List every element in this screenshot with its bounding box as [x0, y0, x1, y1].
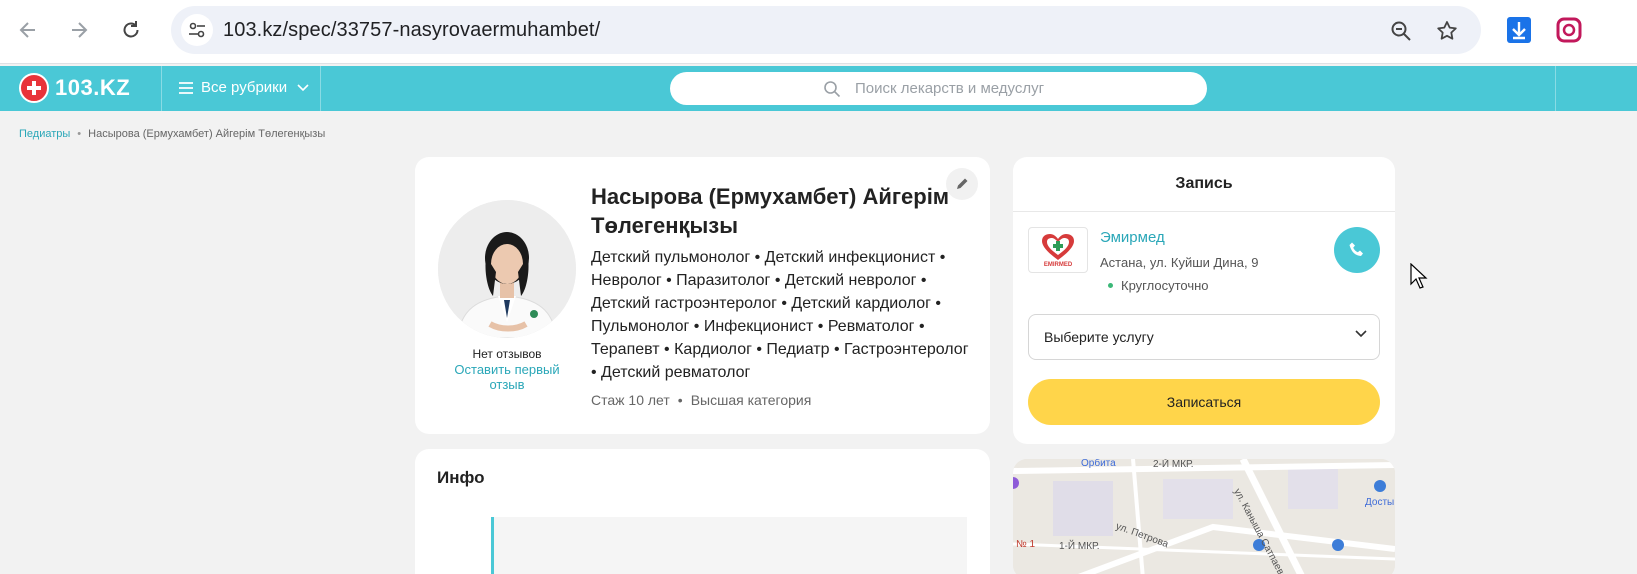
no-reviews-text: Нет отзывов	[472, 347, 542, 361]
divider	[1013, 211, 1395, 212]
header-divider	[1555, 66, 1556, 111]
doctor-card: Нет отзывов Оставить первый отзыв Насыро…	[415, 157, 990, 434]
map-label: Досты	[1365, 497, 1395, 508]
chevron-down-icon	[297, 83, 309, 91]
leave-first-review-link[interactable]: Оставить первый отзыв	[448, 362, 566, 392]
header-divider	[161, 66, 162, 111]
breadcrumb-separator: •	[77, 128, 82, 140]
edit-button[interactable]	[946, 168, 978, 200]
download-button[interactable]	[1506, 16, 1532, 44]
category-text: Высшая категория	[690, 392, 812, 408]
map-roads	[1013, 459, 1395, 574]
header-divider	[320, 66, 321, 111]
extension-button[interactable]	[1556, 16, 1582, 44]
extension-icon	[1556, 17, 1582, 43]
clinic-address: Астана, ул. Куйши Дина, 9	[1100, 255, 1259, 270]
booking-card: Запись EMIRMED Эмирмед Астана, ул. Куйши…	[1013, 157, 1395, 444]
search-placeholder: Поиск лекарств и медуслуг	[855, 80, 1045, 97]
bookmark-star-icon	[1437, 21, 1457, 40]
status-dot-icon	[1108, 283, 1113, 288]
info-content-box	[491, 517, 967, 574]
address-bar[interactable]: 103.kz/spec/33757-nasyrovaermuhambet/	[171, 6, 1481, 54]
bookmark-button[interactable]	[1434, 18, 1460, 44]
download-icon	[1507, 17, 1531, 43]
service-select[interactable]: Выберите услугу	[1028, 314, 1380, 360]
back-button[interactable]	[12, 14, 44, 46]
breadcrumb-link-pediatricians[interactable]: Педиатры	[19, 128, 70, 140]
booking-title: Запись	[1175, 175, 1233, 192]
info-card: Инфо	[415, 449, 990, 574]
search-input[interactable]: Поиск лекарств и медуслуг	[670, 72, 1207, 105]
map-label: 1-Й МКР.	[1059, 541, 1100, 552]
doctor-photo	[438, 200, 576, 338]
url-text[interactable]: 103.kz/spec/33757-nasyrovaermuhambet/	[223, 19, 600, 42]
clinic-logo[interactable]: EMIRMED	[1028, 227, 1088, 273]
mouse-cursor-icon	[1410, 263, 1428, 289]
experience-text: Стаж 10 лет	[591, 392, 670, 408]
phone-icon	[1349, 242, 1363, 256]
forward-icon	[72, 22, 88, 38]
reload-button[interactable]	[115, 14, 147, 46]
logo-text: 103.KZ	[55, 75, 131, 100]
clinic-logo-text: EMIRMED	[1043, 261, 1073, 268]
reload-icon	[123, 21, 139, 38]
call-button[interactable]	[1334, 227, 1380, 273]
doctor-name: Насырова (Ермухамбет) Айгерім Төлегенқыз…	[591, 182, 961, 240]
rubrics-menu-button[interactable]: Все рубрики	[178, 79, 309, 96]
book-appointment-button[interactable]: Записаться	[1028, 379, 1380, 425]
chevron-down-icon	[1355, 330, 1367, 338]
clinic-hours-text: Круглосуточно	[1121, 278, 1209, 293]
rubrics-label: Все рубрики	[201, 79, 288, 96]
breadcrumb-current: Насырова (Ермухамбет) Айгерім Төлегенқыз…	[88, 128, 326, 140]
browser-toolbar: 103.kz/spec/33757-nasyrovaermuhambet/	[0, 0, 1637, 64]
doctor-name-line1: Насырова (Ермухамбет) Айгерім	[591, 184, 950, 209]
back-icon	[19, 22, 35, 38]
heart-cross-icon	[1042, 233, 1074, 260]
site-info-icon	[189, 22, 205, 38]
search-icon	[824, 81, 841, 98]
clinic-map[interactable]: Орбита 2-Й МКР. ул. Каныша Сатпаева ул. …	[1013, 459, 1395, 574]
logo-cross-icon	[19, 73, 49, 103]
breadcrumb: Педиатры • Насырова (Ермухамбет) Айгерім…	[19, 128, 325, 140]
doctor-name-line2: Төлегенқызы	[591, 213, 739, 238]
forward-button[interactable]	[63, 14, 95, 46]
doctor-experience-row: Стаж 10 лет • Высшая категория	[591, 392, 811, 408]
zoom-icon	[1391, 21, 1411, 41]
info-title: Инфо	[437, 468, 485, 487]
clinic-hours: Круглосуточно	[1108, 278, 1209, 293]
zoom-button[interactable]	[1388, 18, 1414, 44]
separator-dot: •	[677, 392, 683, 408]
site-info-button[interactable]	[181, 14, 213, 46]
service-select-label: Выберите услугу	[1044, 329, 1154, 345]
hamburger-icon	[179, 81, 193, 94]
pencil-icon	[957, 178, 968, 189]
site-logo[interactable]: 103.KZ	[19, 73, 130, 103]
clinic-name-link[interactable]: Эмирмед	[1100, 229, 1165, 246]
map-label: № 1	[1016, 539, 1036, 550]
map-label: Орбита	[1081, 459, 1116, 469]
map-label: 2-Й МКР.	[1153, 459, 1194, 470]
doctor-specialties: Детский пульмонолог • Детский инфекциони…	[591, 249, 969, 381]
